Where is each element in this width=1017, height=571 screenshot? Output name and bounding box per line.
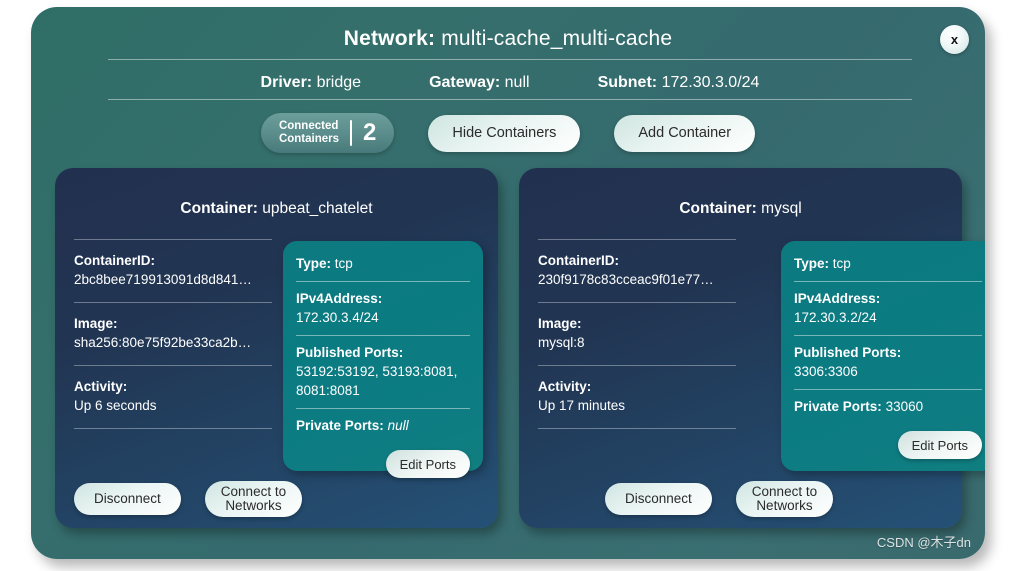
image-label: Image: bbox=[74, 316, 118, 331]
page-title: Network: multi-cache_multi-cache bbox=[31, 27, 985, 51]
port-type-field: Type: tcp bbox=[794, 253, 982, 281]
activity-label: Activity: bbox=[538, 379, 592, 394]
subnet-label: Subnet: bbox=[597, 74, 658, 91]
activity-value: Up 17 minutes bbox=[538, 398, 626, 413]
published-ports-label: Published Ports: bbox=[794, 345, 902, 360]
container-id-label: ContainerID: bbox=[538, 253, 619, 268]
container-card-footer: Disconnect Connect to Networks bbox=[605, 481, 865, 517]
private-ports-field: Private Ports: null bbox=[296, 409, 470, 443]
ipv4-label: IPv4Address: bbox=[296, 291, 383, 306]
connect-to-networks-button[interactable]: Connect to Networks bbox=[735, 481, 834, 517]
network-meta-row: Driver: bridge Gateway: null Subnet: 172… bbox=[108, 69, 912, 97]
connected-containers-count: 2 bbox=[363, 119, 377, 146]
network-title-label: Network: bbox=[343, 27, 436, 50]
published-ports-value: 3306:3306 bbox=[794, 364, 858, 379]
subnet-value: 172.30.3.0/24 bbox=[661, 74, 760, 91]
ipv4-label: IPv4Address: bbox=[794, 291, 881, 306]
container-card: Container: upbeat_chatelet ContainerID: … bbox=[55, 168, 498, 528]
connect-to-networks-button[interactable]: Connect to Networks bbox=[204, 481, 303, 517]
container-id-value: 2bc8bee719913091d8d841… bbox=[74, 272, 252, 287]
port-type-line: Type: tcp bbox=[296, 254, 470, 273]
network-subnet: Subnet: 172.30.3.0/24 bbox=[598, 74, 760, 92]
container-title-label: Container: bbox=[180, 200, 258, 217]
network-gateway: Gateway: null bbox=[429, 74, 530, 92]
add-container-button[interactable]: Add Container bbox=[614, 114, 756, 152]
divider-bar bbox=[350, 120, 353, 146]
screenshot-root: Network: multi-cache_multi-cache x Drive… bbox=[0, 0, 1017, 571]
port-type-value: tcp bbox=[832, 256, 851, 271]
header-divider-bottom bbox=[108, 99, 912, 100]
watermark: CSDN @木子dn bbox=[876, 535, 971, 550]
info-divider bbox=[538, 428, 736, 429]
action-bar: Connected Containers 2 Hide Containers A… bbox=[31, 113, 985, 153]
container-info-column: ContainerID: 230f9178c83cceac9f01e77… Im… bbox=[538, 239, 736, 429]
container-activity-field: Activity: Up 6 seconds bbox=[74, 366, 272, 428]
edit-ports-button[interactable]: Edit Ports bbox=[385, 450, 470, 478]
header-divider-top bbox=[108, 59, 912, 60]
ipv4-address-field: IPv4Address: 172.30.3.4/24 bbox=[296, 282, 470, 335]
activity-label: Activity: bbox=[74, 379, 128, 394]
container-title-value: mysql bbox=[761, 200, 802, 217]
port-type-label: Type: bbox=[794, 256, 830, 271]
container-title-value: upbeat_chatelet bbox=[262, 200, 373, 217]
connected-containers-label: Connected Containers bbox=[278, 120, 340, 145]
private-ports-label: Private Ports: bbox=[296, 418, 384, 433]
private-ports-value: 33060 bbox=[885, 399, 924, 414]
container-card-title: Container: mysql bbox=[519, 200, 962, 218]
ipv4-address-field: IPv4Address: 172.30.3.2/24 bbox=[794, 282, 982, 335]
container-title-label: Container: bbox=[679, 200, 757, 217]
published-ports-field: Published Ports: 3306:3306 bbox=[794, 336, 982, 389]
driver-label: Driver: bbox=[260, 74, 313, 91]
close-icon[interactable]: x bbox=[940, 25, 969, 54]
image-value: sha256:80e75f92be33ca2b… bbox=[74, 335, 252, 350]
container-card-list: Container: upbeat_chatelet ContainerID: … bbox=[31, 168, 985, 528]
port-type-label: Type: bbox=[296, 256, 332, 271]
container-card-footer: Disconnect Connect to Networks bbox=[74, 481, 334, 517]
port-type-line: Type: tcp bbox=[794, 254, 982, 273]
container-id-field: ContainerID: 230f9178c83cceac9f01e77… bbox=[538, 240, 736, 302]
private-ports-field: Private Ports: 33060 bbox=[794, 390, 982, 424]
connected-containers-badge[interactable]: Connected Containers 2 bbox=[260, 113, 395, 153]
disconnect-button[interactable]: Disconnect bbox=[74, 483, 181, 515]
private-ports-value: null bbox=[387, 418, 409, 433]
edit-ports-row: Edit Ports bbox=[296, 443, 470, 478]
gateway-label: Gateway: bbox=[429, 74, 501, 91]
hide-containers-button[interactable]: Hide Containers bbox=[428, 114, 581, 152]
edit-ports-button[interactable]: Edit Ports bbox=[897, 431, 982, 459]
container-id-label: ContainerID: bbox=[74, 253, 155, 268]
ipv4-value: 172.30.3.4/24 bbox=[296, 310, 379, 325]
gateway-value: null bbox=[504, 74, 530, 91]
image-value: mysql:8 bbox=[538, 335, 585, 350]
ports-panel: Type: tcp IPv4Address: 172.30.3.4/24 Pub… bbox=[283, 241, 483, 478]
ipv4-value: 172.30.3.2/24 bbox=[794, 310, 877, 325]
disconnect-button[interactable]: Disconnect bbox=[605, 483, 712, 515]
container-id-value: 230f9178c83cceac9f01e77… bbox=[538, 272, 714, 287]
private-ports-label: Private Ports: bbox=[794, 399, 882, 414]
published-ports-label: Published Ports: bbox=[296, 345, 404, 360]
image-label: Image: bbox=[538, 316, 582, 331]
container-image-field: Image: sha256:80e75f92be33ca2b… bbox=[74, 303, 272, 365]
published-ports-field: Published Ports: 53192:53192, 53193:8081… bbox=[296, 336, 470, 408]
port-type-field: Type: tcp bbox=[296, 253, 470, 281]
container-card: Container: mysql ContainerID: 230f9178c8… bbox=[519, 168, 985, 528]
activity-value: Up 6 seconds bbox=[74, 398, 157, 413]
container-activity-field: Activity: Up 17 minutes bbox=[538, 366, 736, 428]
ports-panel: Type: tcp IPv4Address: 172.30.3.2/24 Pub… bbox=[781, 241, 985, 471]
container-id-field: ContainerID: 2bc8bee719913091d8d841… bbox=[74, 240, 272, 302]
published-ports-value: 53192:53192, 53193:8081, 8081:8081 bbox=[296, 364, 458, 398]
container-image-field: Image: mysql:8 bbox=[538, 303, 736, 365]
port-type-value: tcp bbox=[334, 256, 353, 271]
container-card-title: Container: upbeat_chatelet bbox=[55, 200, 498, 218]
edit-ports-row: Edit Ports bbox=[794, 424, 982, 459]
network-driver: Driver: bridge bbox=[261, 74, 362, 92]
info-divider bbox=[74, 428, 272, 429]
network-title-value: multi-cache_multi-cache bbox=[441, 27, 673, 50]
driver-value: bridge bbox=[316, 74, 362, 91]
network-detail-modal: Network: multi-cache_multi-cache x Drive… bbox=[31, 7, 985, 559]
container-info-column: ContainerID: 2bc8bee719913091d8d841… Ima… bbox=[74, 239, 272, 429]
